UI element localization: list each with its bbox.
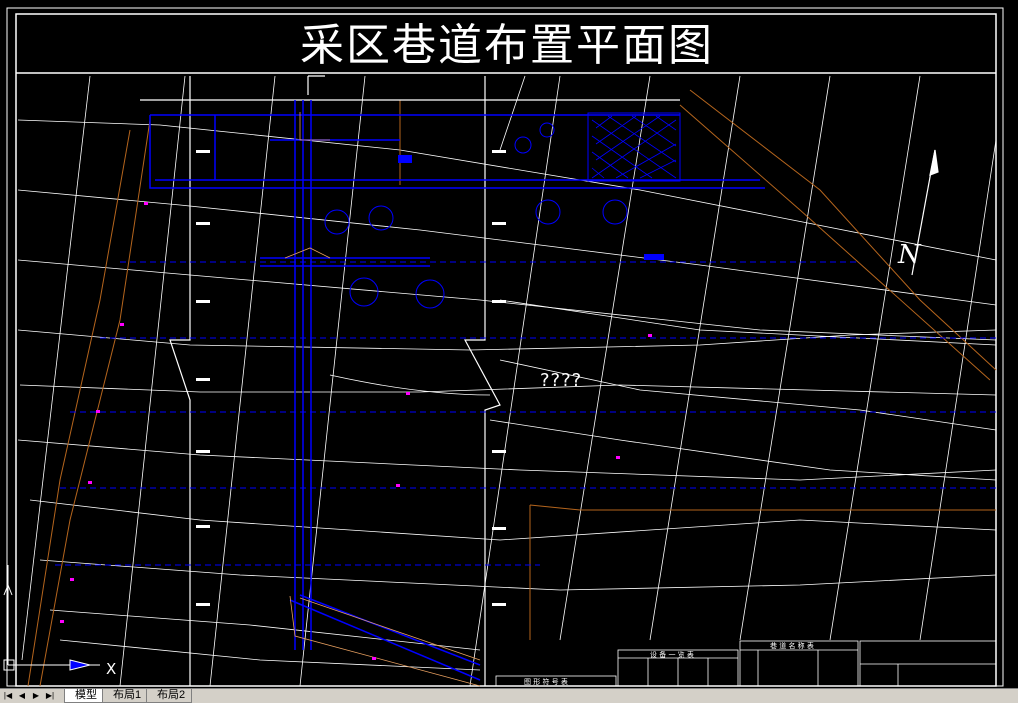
tab-nav-next-button[interactable]: ▶ — [30, 690, 42, 702]
tab-nav-prev-button[interactable]: ◀ — [16, 690, 28, 702]
tab-layout1[interactable]: 布局1 — [102, 689, 149, 703]
cad-model-space[interactable]: 采区巷道布置平面图 ???? N 图 形 符 号 表 设 备 一 览 表 巷 道… — [0, 0, 1018, 688]
title-block — [495, 640, 997, 687]
legend-table-title: 图 形 符 号 表 — [524, 678, 568, 686]
equipment-symbols — [324, 122, 628, 309]
north-label: N — [898, 240, 921, 270]
tab-nav-first-button[interactable]: |◀ — [2, 690, 14, 702]
roadway-names-table-title: 巷 道 名 称 表 — [770, 642, 814, 650]
layout-tab-bar: |◀ ◀ ▶ ▶| 模型 布局1 布局2 — [0, 688, 1018, 703]
roadways — [149, 100, 765, 681]
tab-nav-last-button[interactable]: ▶| — [44, 690, 56, 702]
ucs-x-label: X — [106, 660, 117, 678]
goaf-hatch — [587, 112, 681, 182]
drawing-title: 采区巷道布置平面图 — [300, 20, 714, 71]
contour-lines — [17, 119, 997, 671]
side-labels — [196, 150, 664, 606]
drawing-svg — [3, 7, 1004, 687]
tab-model[interactable]: 模型 — [64, 689, 104, 703]
grid-lines — [21, 75, 997, 687]
tab-layout2[interactable]: 布局2 — [146, 689, 193, 703]
equipment-table-title: 设 备 一 览 表 — [650, 651, 694, 659]
question-marks-label: ???? — [540, 370, 583, 391]
